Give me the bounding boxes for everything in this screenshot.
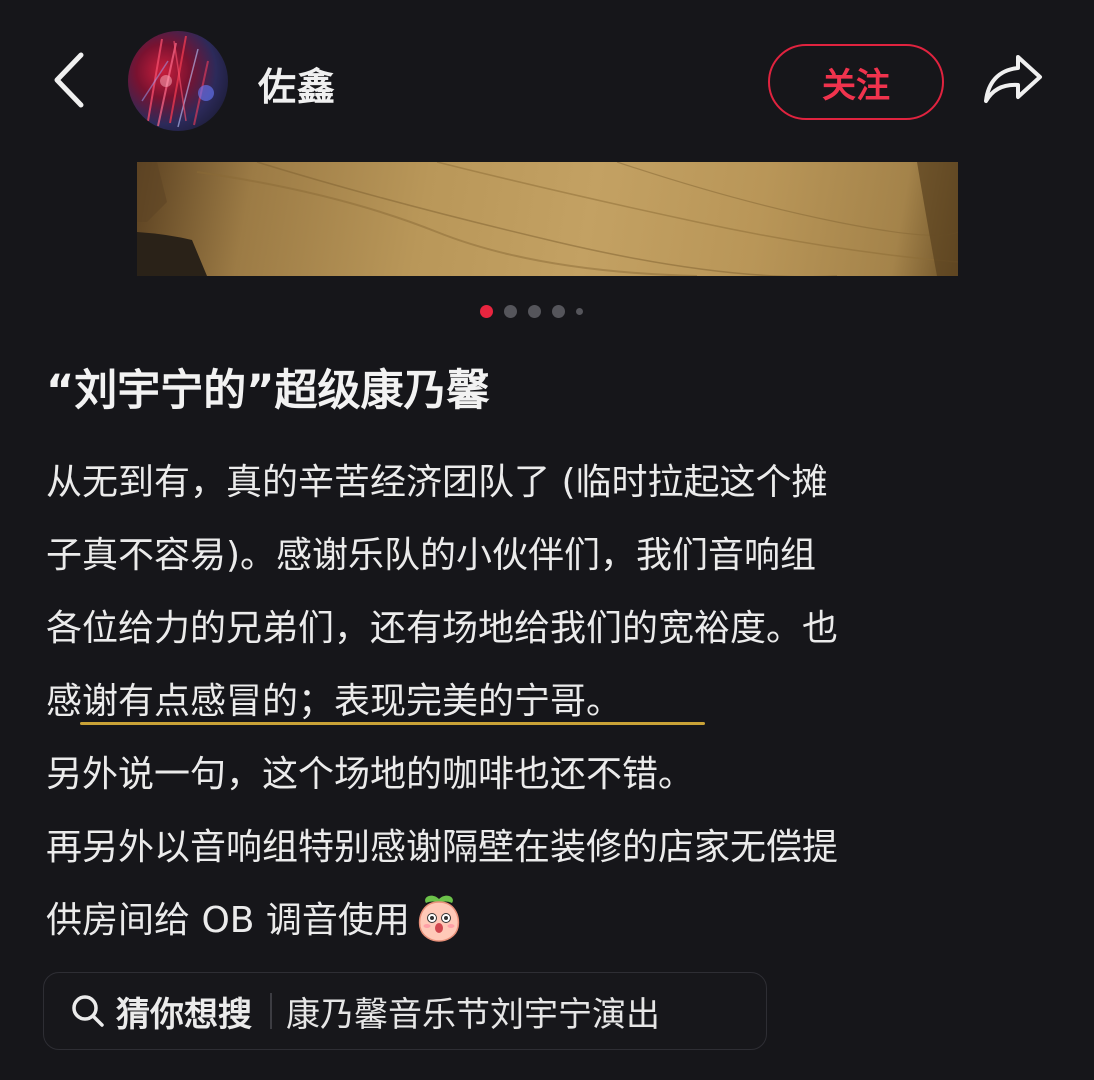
carousel-dot[interactable] <box>528 304 541 318</box>
highlight-underline <box>80 722 705 725</box>
post-body-line: 从无到有，真的辛苦经济团队了 (临时拉起这个摊 <box>46 462 828 503</box>
share-arrow-icon <box>984 55 1042 103</box>
carousel-dot[interactable] <box>552 304 565 318</box>
suggested-search[interactable]: 猜你想搜 康乃馨音乐节刘宇宁演出 <box>43 972 767 1050</box>
post-body-line-last: 供房间给 OB 调音使用 <box>46 884 1056 957</box>
carousel-dot[interactable] <box>504 304 517 318</box>
carousel-indicator <box>480 304 583 318</box>
post-title: “刘宇宁的”超级康乃馨 <box>46 366 490 416</box>
post-image[interactable] <box>137 162 958 276</box>
avatar[interactable] <box>128 31 228 131</box>
share-button[interactable] <box>980 50 1046 110</box>
carousel-dot[interactable] <box>480 304 493 318</box>
back-button[interactable] <box>44 48 94 112</box>
post-body: 从无到有，真的辛苦经济团队了 (临时拉起这个摊 子真不容易)。感谢乐队的小伙伴们… <box>46 446 1056 957</box>
username[interactable]: 佐鑫 <box>258 56 336 111</box>
search-label: 猜你想搜 <box>116 994 252 1035</box>
chevron-left-icon <box>54 52 84 108</box>
post-body-line: 感谢有点感冒的；表现完美的宁哥。 <box>46 681 623 722</box>
post-body-line: 再另外以音响组特别感谢隔壁在装修的店家无偿提 <box>46 827 839 868</box>
search-divider <box>270 993 272 1029</box>
peach-face-emoji-icon <box>414 893 464 943</box>
top-bar: 佐鑫 关注 <box>0 0 1094 162</box>
post-body-line: 各位给力的兄弟们，还有场地给我们的宽裕度。也 <box>46 608 839 649</box>
search-icon <box>70 993 106 1029</box>
carousel-dot[interactable] <box>576 307 583 315</box>
search-query[interactable]: 康乃馨音乐节刘宇宁演出 <box>286 987 660 1036</box>
post-body-line: 子真不容易)。感谢乐队的小伙伴们，我们音响组 <box>46 535 817 576</box>
post-body-text: 供房间给 OB 调音使用 <box>46 900 410 941</box>
post-body-line: 另外说一句，这个场地的咖啡也还不错。 <box>46 754 695 795</box>
follow-button[interactable]: 关注 <box>768 44 944 120</box>
